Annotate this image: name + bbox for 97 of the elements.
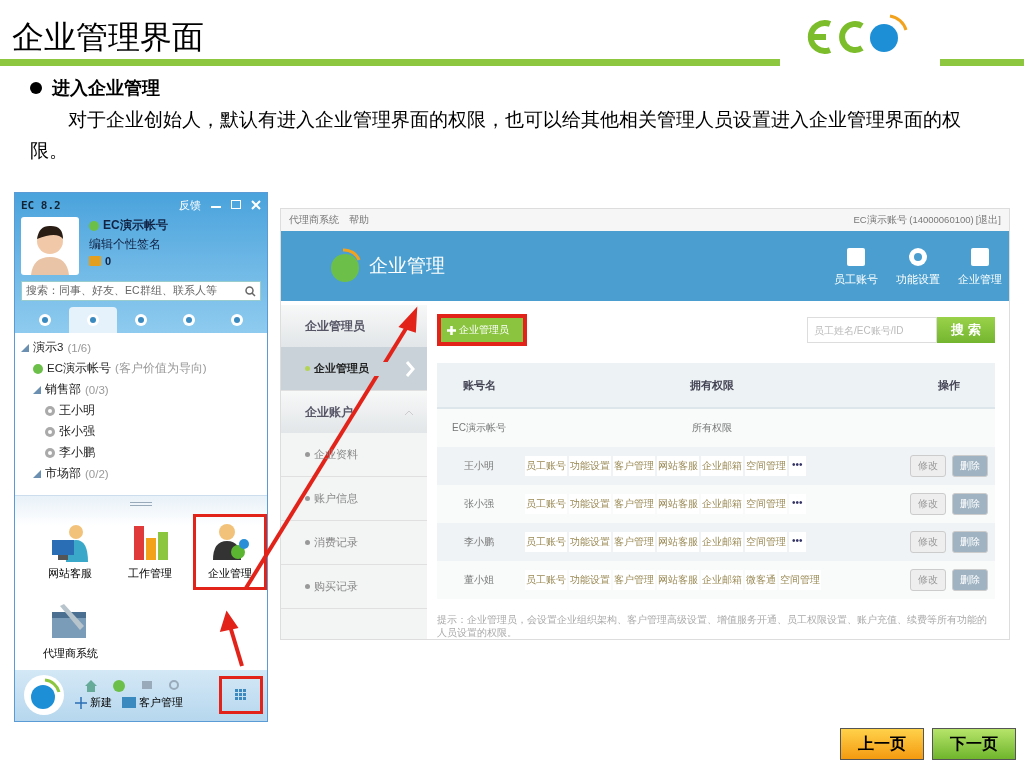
expanded-triangle-icon[interactable] bbox=[33, 469, 41, 478]
logout-link[interactable]: [退出] bbox=[975, 213, 1001, 227]
search-field[interactable]: 搜索：同事、好友、EC群组、联系人等 bbox=[21, 281, 261, 301]
table-cell-text: EC演示帐号 bbox=[451, 421, 507, 435]
drag-handle[interactable] bbox=[130, 501, 152, 506]
contact-name[interactable]: EC演示帐号 bbox=[47, 361, 111, 376]
account-label: EC演示账号 (14000060100) bbox=[853, 213, 974, 227]
permission-tag: 网站客服 bbox=[657, 570, 699, 590]
permission-tag: 客户管理 bbox=[613, 494, 655, 514]
chevron-right-icon bbox=[405, 360, 415, 377]
search-field[interactable]: 员工姓名/EC账号/ID bbox=[807, 317, 937, 343]
permission-tag: 员工账号 bbox=[525, 494, 567, 514]
contact-note: (客户价值为导向) bbox=[115, 361, 207, 376]
permission-tag: 空间管理 bbox=[745, 456, 787, 476]
signature-link[interactable]: 编辑个性签名 bbox=[89, 236, 168, 253]
permission-tag: 网站客服 bbox=[657, 494, 699, 514]
member-count: (0/2) bbox=[85, 467, 109, 480]
contact-name[interactable]: 王小明 bbox=[59, 403, 95, 418]
person-gear-icon bbox=[210, 521, 250, 562]
more-button[interactable]: ••• bbox=[789, 456, 806, 476]
grid-icon bbox=[235, 689, 247, 702]
pointer-arrow bbox=[219, 610, 244, 667]
more-button[interactable]: ••• bbox=[789, 532, 806, 552]
plus-icon bbox=[447, 325, 456, 335]
app-shortcut[interactable]: 网站客服 bbox=[33, 513, 107, 590]
column-header: 操作 bbox=[937, 377, 961, 393]
close-icon[interactable] bbox=[251, 200, 261, 210]
message-count: 0 bbox=[105, 255, 112, 267]
permission-tag: 空间管理 bbox=[745, 532, 787, 552]
table-cell-text: 所有权限 bbox=[691, 421, 733, 435]
permission-tag: 企业邮箱 bbox=[701, 494, 743, 514]
menu-item[interactable]: 企业管理员 bbox=[281, 347, 427, 391]
permission-tag: 员工账号 bbox=[525, 532, 567, 552]
avatar bbox=[21, 217, 79, 275]
home-icon[interactable] bbox=[85, 680, 97, 693]
user-name: EC演示帐号 bbox=[103, 217, 168, 234]
brand-title: 企业管理 bbox=[369, 254, 445, 279]
column-header: 账号名 bbox=[461, 377, 497, 393]
permission-tag: 功能设置 bbox=[569, 532, 611, 552]
menu-item[interactable]: 账户信息 bbox=[281, 477, 427, 521]
menu-item[interactable]: 购买记录 bbox=[281, 565, 427, 609]
group-name[interactable]: 销售部 bbox=[45, 382, 81, 397]
permission-tag: 功能设置 bbox=[569, 456, 611, 476]
column-header: 拥有权限 bbox=[689, 377, 735, 393]
top-link[interactable]: 代理商系统 bbox=[289, 213, 339, 227]
table-cell-text: 董小姐 bbox=[463, 573, 495, 587]
maximize-icon[interactable] bbox=[231, 200, 241, 210]
expanded-triangle-icon[interactable] bbox=[33, 385, 41, 394]
table-cell-text: 张小强 bbox=[463, 497, 495, 511]
description-text: 对于企业创始人，默认有进入企业管理界面的权限，也可以给其他相关管理人员设置进入企业管理界面的权限。 bbox=[30, 107, 962, 163]
contact-name[interactable]: 李小鹏 bbox=[59, 445, 95, 460]
permission-tag: 客户管理 bbox=[613, 532, 655, 552]
previous-page-button[interactable]: 上一页 bbox=[840, 728, 924, 760]
next-page-button[interactable]: 下一页 bbox=[932, 728, 1016, 760]
app-shortcut[interactable]: 工作管理 bbox=[113, 513, 187, 590]
plus-icon bbox=[75, 696, 87, 709]
permission-tag: 微客通 bbox=[745, 570, 777, 590]
slide-title: 企业管理界面 bbox=[11, 18, 205, 57]
chevron-up-icon bbox=[405, 409, 413, 415]
group-name[interactable]: 演示3 bbox=[33, 340, 64, 355]
bullet-dot bbox=[30, 82, 42, 94]
permission-tag: 空间管理 bbox=[779, 570, 821, 590]
more-button[interactable]: ••• bbox=[789, 494, 806, 514]
app-shortcut[interactable]: 企业管理 bbox=[193, 513, 267, 590]
permission-tag: 网站客服 bbox=[657, 532, 699, 552]
permission-tag: 企业邮箱 bbox=[701, 456, 743, 476]
app-shortcut[interactable]: 代理商系统 bbox=[33, 593, 107, 670]
permission-tag: 功能设置 bbox=[569, 494, 611, 514]
window-title: EC 8.2 bbox=[21, 198, 61, 212]
permission-tag: 员工账号 bbox=[525, 570, 567, 590]
group-name[interactable]: 市场部 bbox=[45, 466, 81, 481]
menu-item[interactable]: 消费记录 bbox=[281, 521, 427, 565]
menu-section[interactable]: 企业管理员 bbox=[281, 305, 427, 347]
action-link[interactable]: 客户管理 bbox=[122, 695, 183, 711]
table-cell-text: 王小明 bbox=[463, 459, 495, 473]
permission-tag: 网站客服 bbox=[657, 456, 699, 476]
permission-tag: 客户管理 bbox=[613, 456, 655, 476]
permission-tag: 空间管理 bbox=[745, 494, 787, 514]
apps-grid-button[interactable] bbox=[219, 676, 263, 715]
tip-text: 提示：企业管理员，会设置企业组织架构、客户管理高级设置、增值服务开通、员工权限设置、账户充值、续费等所有功能的人员设置的权限。 bbox=[437, 613, 988, 639]
table-cell-text: 李小鹏 bbox=[463, 535, 495, 549]
member-count: (1/6) bbox=[67, 341, 92, 354]
permission-tag: 客户管理 bbox=[613, 570, 655, 590]
contact-name[interactable]: 张小强 bbox=[59, 424, 95, 439]
menu-section[interactable]: 企业账户 bbox=[281, 391, 427, 433]
expanded-triangle-icon[interactable] bbox=[21, 343, 29, 352]
permission-tag: 功能设置 bbox=[569, 570, 611, 590]
permission-tag: 企业邮箱 bbox=[701, 532, 743, 552]
contact-tab[interactable] bbox=[69, 307, 117, 333]
member-count: (0/3) bbox=[85, 383, 109, 396]
action-link[interactable]: 新建 bbox=[75, 695, 112, 711]
ec-logo bbox=[329, 248, 361, 285]
permission-tag: 员工账号 bbox=[525, 456, 567, 476]
permission-tag: 企业邮箱 bbox=[701, 570, 743, 590]
ec-logo bbox=[23, 674, 65, 717]
top-link[interactable]: 帮助 bbox=[349, 213, 369, 227]
bullet-heading: 进入企业管理 bbox=[52, 76, 160, 100]
